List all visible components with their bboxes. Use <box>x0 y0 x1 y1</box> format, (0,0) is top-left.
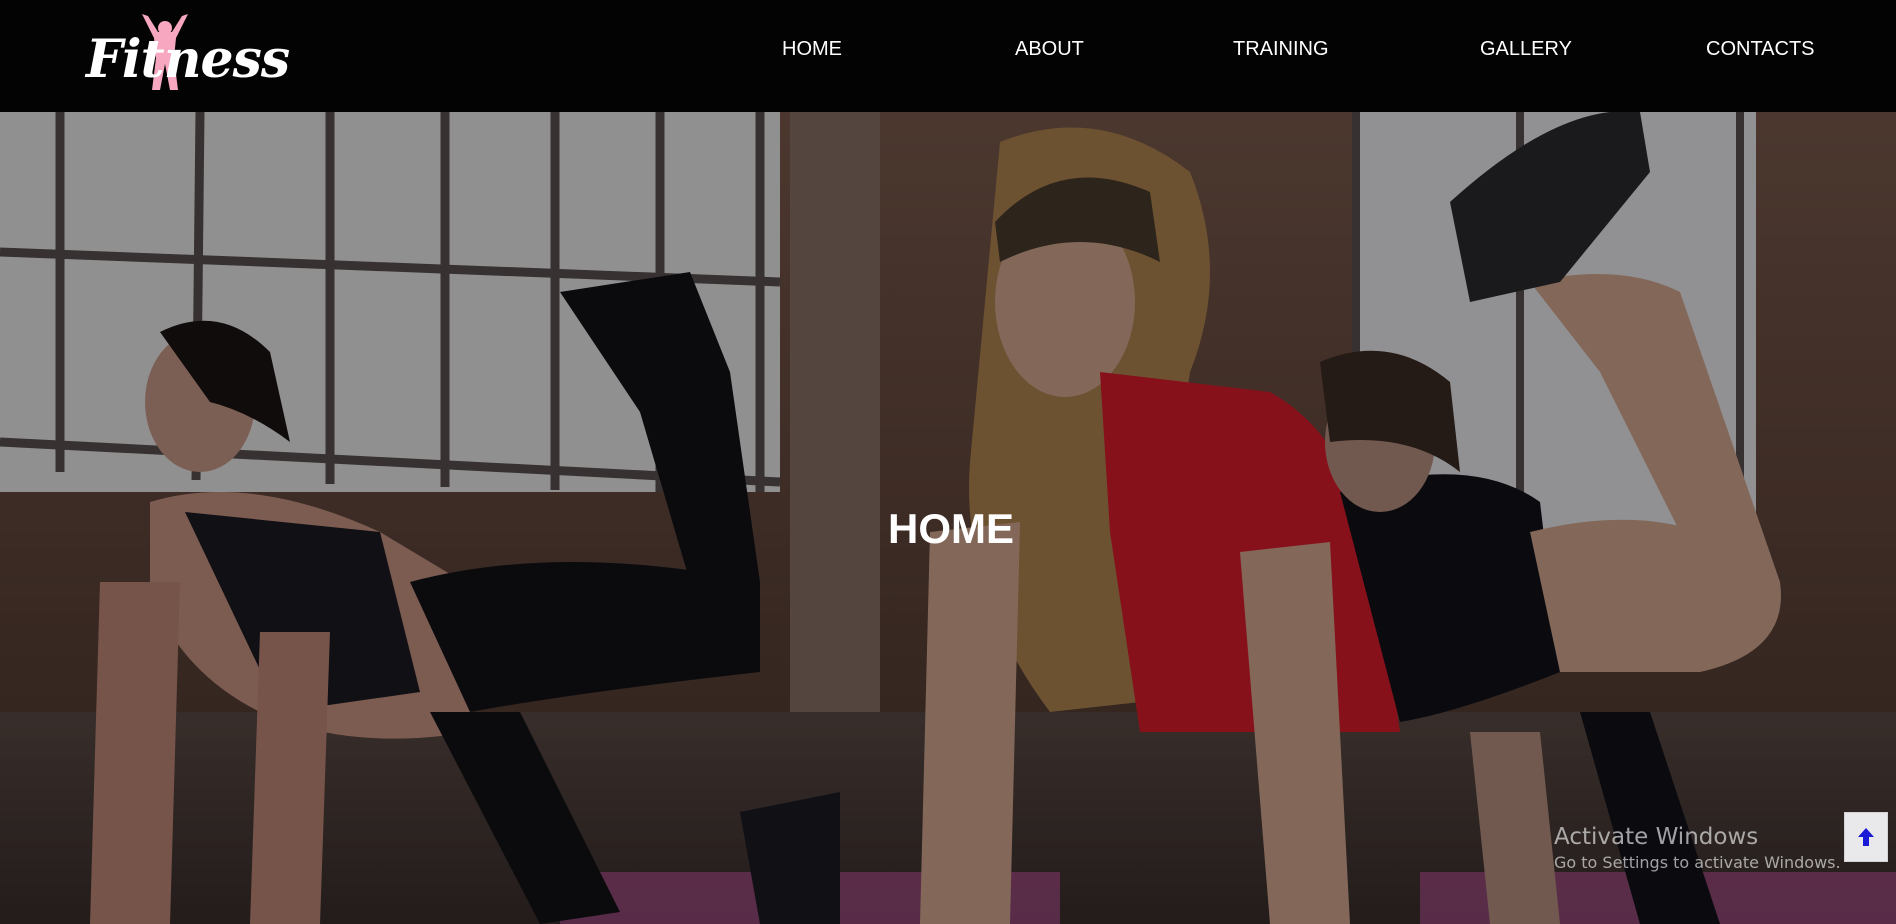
hero-title: HOME <box>888 505 1014 552</box>
nav-gallery[interactable]: GALLERY <box>1480 36 1572 62</box>
nav-home[interactable]: HOME <box>782 36 842 62</box>
hero-section: HOME <box>0 112 1896 924</box>
watermark-subtitle: Go to Settings to activate Windows. <box>1554 853 1841 872</box>
page: Fitness HOME ABOUT TRAINING GALLERY CONT… <box>0 0 1896 924</box>
nav-training[interactable]: TRAINING <box>1233 36 1329 62</box>
arrow-up-icon <box>1858 828 1874 846</box>
windows-activation-watermark: Activate Windows Go to Settings to activ… <box>1554 822 1841 874</box>
nav-about[interactable]: ABOUT <box>1015 36 1084 62</box>
site-header: Fitness HOME ABOUT TRAINING GALLERY CONT… <box>0 0 1896 112</box>
nav-contacts[interactable]: CONTACTS <box>1706 36 1815 62</box>
watermark-title: Activate Windows <box>1554 824 1759 850</box>
main-nav: HOME ABOUT TRAINING GALLERY CONTACTS <box>0 0 1896 112</box>
back-to-top-button[interactable] <box>1844 812 1888 862</box>
